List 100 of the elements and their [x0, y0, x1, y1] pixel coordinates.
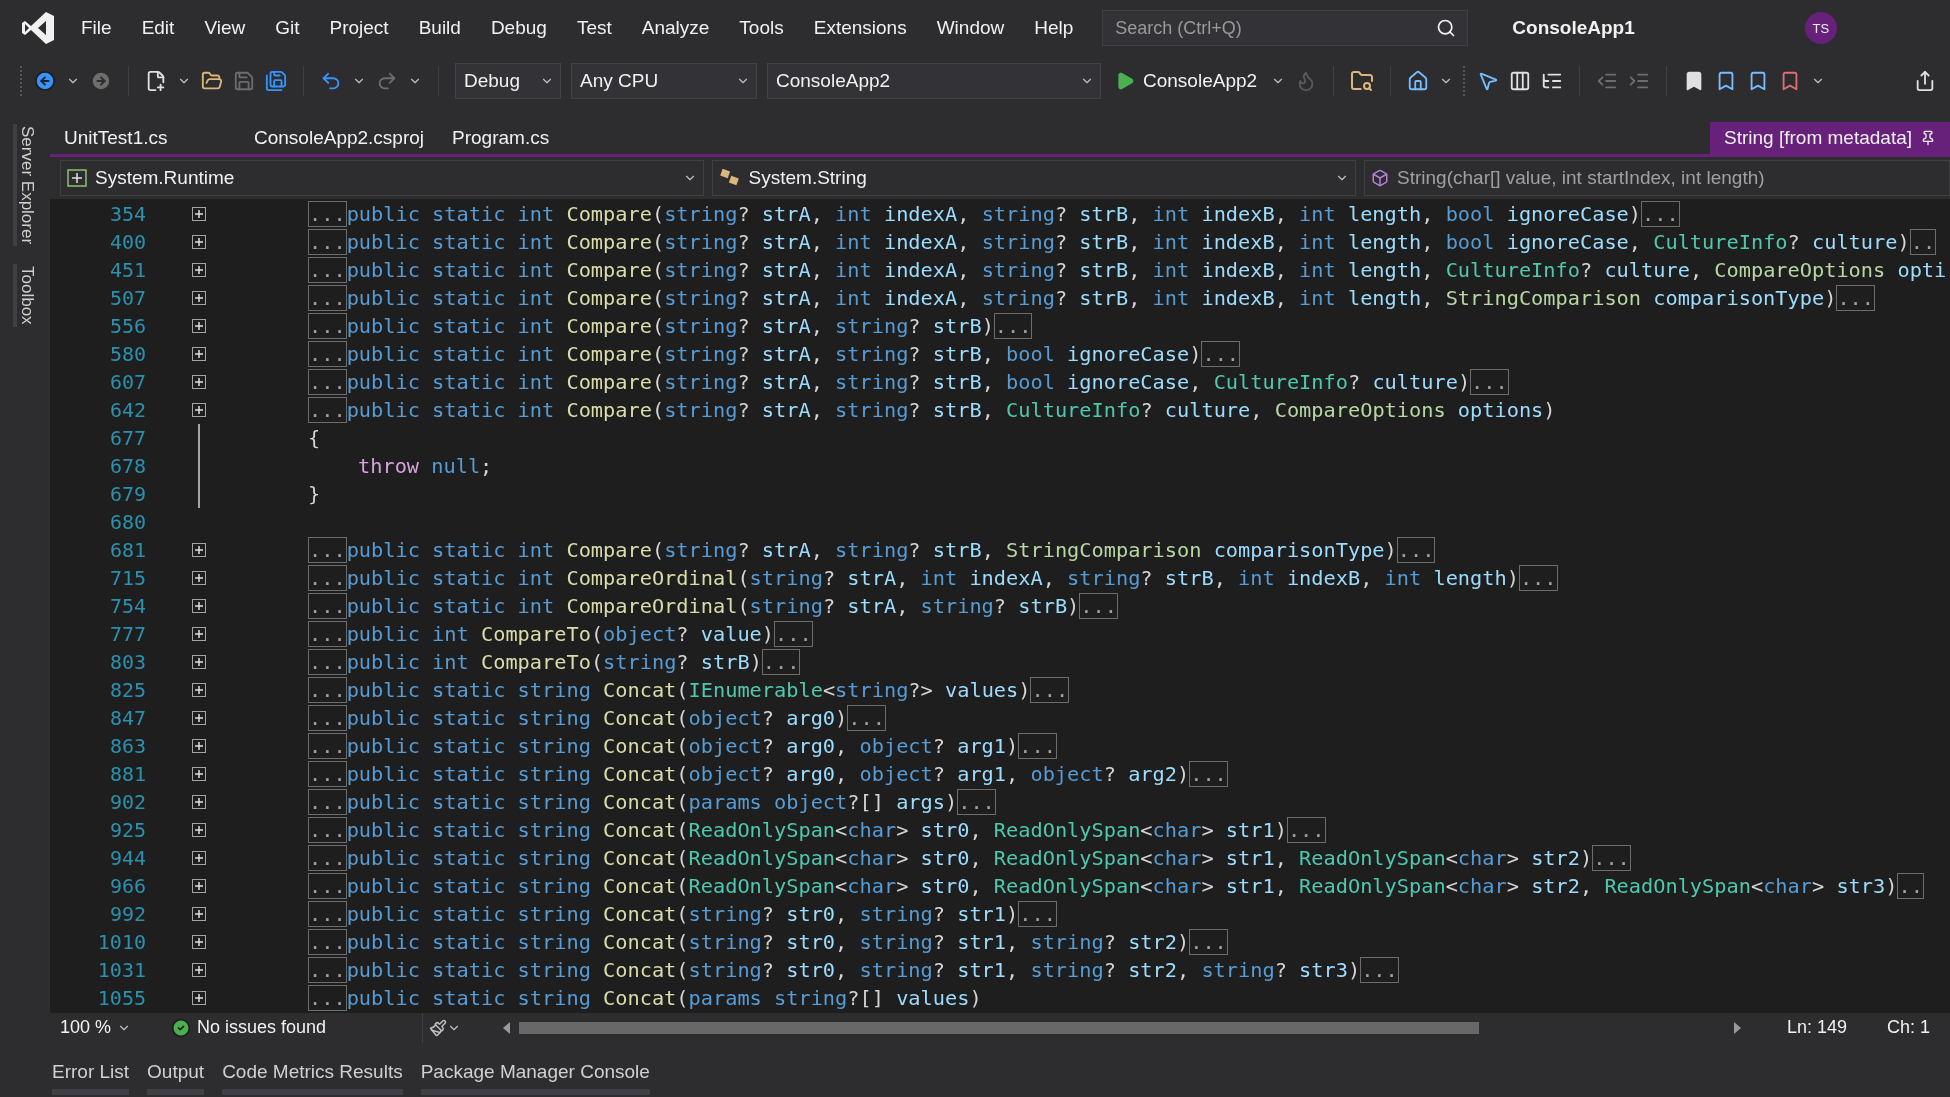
home-icon[interactable] — [1407, 70, 1430, 92]
expand-icon[interactable] — [192, 879, 206, 893]
expand-icon[interactable] — [192, 263, 206, 277]
issues-status[interactable]: No issues found — [197, 1017, 327, 1038]
menu-item[interactable]: Test — [561, 13, 627, 43]
code-line: ...public static string Concat(ReadOnlySpan<char> str0, ReadOnlySpan<char> str1, ReadOnlySpan<char> str2, ReadOnlySpan<char> str3).. — [308, 873, 1924, 899]
code-line: ...public static int Compare(string? strA, int indexA, string? strB, int indexB, int length, StringComparison comparisonType)... — [308, 285, 1876, 311]
check-icon — [171, 1017, 192, 1038]
code-line: ...public static string Concat(params string?[] values) — [308, 985, 982, 1011]
open-folder-icon[interactable] — [201, 70, 223, 92]
new-file-icon[interactable] — [145, 70, 167, 92]
expand-icon[interactable] — [192, 235, 206, 249]
code-line: ...public static string Concat(string? str0, string? str1)... — [308, 901, 1057, 927]
menu-item[interactable]: Analyze — [626, 13, 725, 43]
account-avatar[interactable]: TS — [1804, 12, 1837, 44]
tool-window-tab[interactable]: Error List — [52, 1060, 130, 1095]
expand-icon[interactable] — [192, 963, 206, 977]
pointer-icon[interactable] — [1477, 70, 1500, 92]
solution-title: ConsoleApp1 — [1512, 17, 1635, 39]
expand-icon[interactable] — [192, 823, 206, 837]
menu-item[interactable]: View — [189, 13, 261, 43]
menu-item[interactable]: Project — [314, 13, 404, 43]
redo-icon[interactable] — [376, 70, 398, 92]
line-number: 803 — [108, 650, 146, 674]
menu-item[interactable]: Build — [403, 13, 476, 43]
expand-icon[interactable] — [192, 599, 206, 613]
expand-icon[interactable] — [192, 207, 206, 221]
back-icon[interactable] — [34, 70, 56, 92]
code-line: ...public static int Compare(string? strA, string? strB, bool ignoreCase)... — [308, 341, 1241, 367]
expand-icon[interactable] — [192, 739, 206, 753]
line-number: 580 — [108, 342, 146, 366]
expand-icon[interactable] — [192, 851, 206, 865]
side-tab[interactable]: Server Explorer — [13, 124, 37, 247]
line-indicator: Ln: 149 — [1786, 1017, 1847, 1038]
code-line: } — [308, 482, 321, 506]
menu-item[interactable]: Edit — [126, 13, 190, 43]
tool-window-tab[interactable]: Code Metrics Results — [222, 1060, 403, 1095]
scroll-left-icon[interactable] — [501, 1020, 512, 1035]
project-dropdown[interactable]: System.Runtime — [60, 160, 704, 196]
code-line: { — [308, 426, 321, 450]
expand-icon[interactable] — [192, 627, 206, 641]
brush-icon[interactable] — [429, 1018, 448, 1037]
line-number: 1010 — [96, 930, 146, 954]
tool-window-tab[interactable]: Package Manager Console — [420, 1060, 650, 1095]
expand-icon[interactable] — [192, 767, 206, 781]
document-tab[interactable]: Program.cs — [438, 122, 629, 154]
expand-icon[interactable] — [192, 347, 206, 361]
document-tab[interactable]: UnitTest1.cs — [50, 122, 240, 154]
expand-icon[interactable] — [192, 571, 206, 585]
expand-icon[interactable] — [192, 375, 206, 389]
document-tab[interactable]: ConsoleApp2.csproj — [240, 122, 439, 154]
start-button[interactable]: ConsoleApp2 — [1111, 70, 1262, 92]
forward-icon[interactable] — [90, 70, 112, 92]
expand-icon[interactable] — [192, 403, 206, 417]
expand-icon[interactable] — [192, 291, 206, 305]
line-number: 451 — [108, 258, 146, 282]
line-number: 825 — [108, 678, 146, 702]
columns-icon[interactable] — [1509, 70, 1532, 92]
document-tab[interactable]: String [from metadata] — [1710, 122, 1950, 154]
platform-dropdown[interactable]: Any CPU — [571, 63, 757, 99]
search-icon[interactable] — [1436, 18, 1457, 38]
menu-item[interactable]: Extensions — [798, 13, 922, 43]
scroll-right-icon[interactable] — [1732, 1020, 1743, 1035]
side-tab[interactable]: Toolbox — [13, 264, 37, 327]
expand-icon[interactable] — [192, 907, 206, 921]
expand-icon[interactable] — [192, 795, 206, 809]
startup-project-dropdown[interactable]: ConsoleApp2 — [767, 63, 1101, 99]
expand-icon[interactable] — [192, 543, 206, 557]
menu-item[interactable]: File — [66, 13, 127, 43]
zoom-dropdown[interactable]: 100 % — [60, 1017, 132, 1038]
configuration-dropdown[interactable]: Debug — [455, 63, 561, 99]
menu-item[interactable]: Debug — [475, 13, 562, 43]
code-line: ...public static string Concat(object? arg0, object? arg1, object? arg2)... — [308, 761, 1228, 787]
undo-icon[interactable] — [320, 70, 342, 92]
expand-icon[interactable] — [192, 683, 206, 697]
expand-icon[interactable] — [192, 711, 206, 725]
expand-icon[interactable] — [192, 655, 206, 669]
share-icon[interactable] — [1914, 70, 1936, 92]
line-number: 944 — [108, 846, 146, 870]
tool-window-tab[interactable]: Output — [147, 1060, 205, 1095]
expand-icon[interactable] — [192, 935, 206, 949]
code-line: ...public static int Compare(string? strA, int indexA, string? strB, int indexB, int length, bool ignoreCase, CultureInfo? culture).. — [308, 229, 1937, 255]
save-icon[interactable] — [233, 70, 255, 92]
scrollbar-thumb[interactable] — [519, 1021, 1480, 1034]
expand-icon[interactable] — [192, 991, 206, 1005]
menu-item[interactable]: Tools — [724, 13, 799, 43]
member-dropdown[interactable]: String(char[] value, int startIndex, int length) — [1364, 160, 1950, 196]
expand-icon[interactable] — [192, 319, 206, 333]
save-all-icon[interactable] — [265, 70, 287, 92]
line-number: 679 — [108, 482, 146, 506]
menu-item[interactable]: Window — [921, 13, 1020, 43]
folder-search-icon[interactable] — [1350, 69, 1375, 93]
line-number: 642 — [108, 398, 146, 422]
type-dropdown[interactable]: System.String — [711, 160, 1357, 196]
menu-item[interactable]: Git — [260, 13, 315, 43]
code-line: ...public static int CompareOrdinal(string? strA, string? strB)... — [308, 593, 1118, 619]
code-line: ...public static string Concat(string? str0, string? str1, string? str2, string? str3)... — [308, 957, 1399, 983]
search-field[interactable]: Search (Ctrl+Q) — [1102, 10, 1469, 46]
line-number: 863 — [108, 734, 146, 758]
menu-item[interactable]: Help — [1019, 13, 1089, 43]
